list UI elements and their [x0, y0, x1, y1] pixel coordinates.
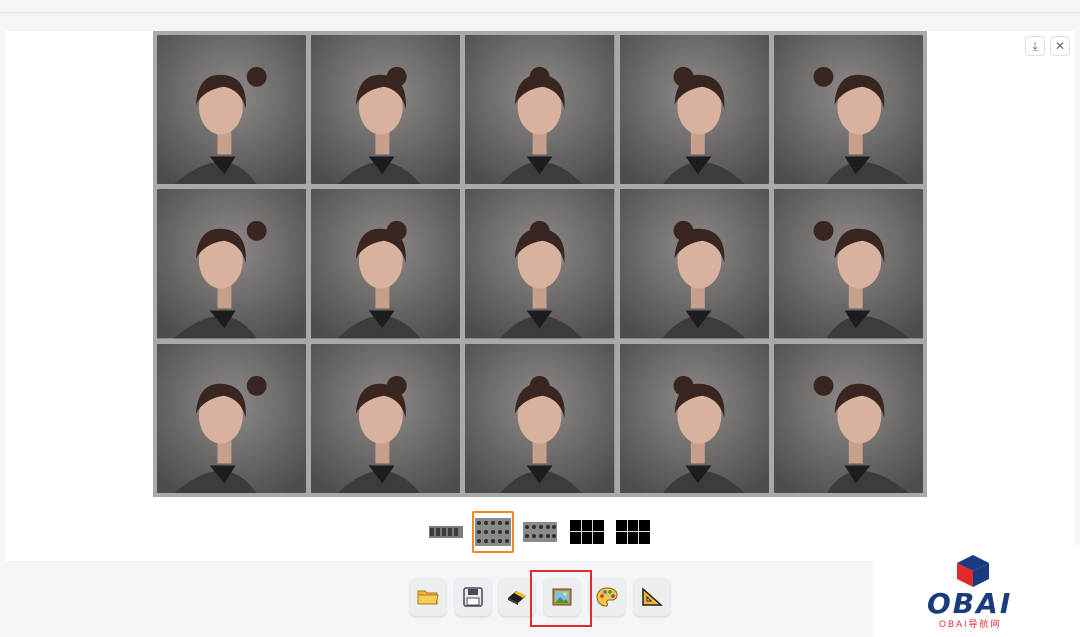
palette-button[interactable]	[589, 578, 625, 616]
portrait-cell	[157, 189, 307, 339]
portrait-cell	[773, 343, 923, 493]
cube-logo-icon	[957, 555, 989, 587]
image-viewer[interactable]	[153, 31, 927, 497]
close-icon: ✕	[1054, 39, 1066, 53]
portrait-cell	[619, 343, 769, 493]
portrait-cell	[465, 189, 615, 339]
portrait-cell	[465, 343, 615, 493]
thumb-grid-small[interactable]	[522, 514, 558, 550]
download-icon: ⤓	[1032, 38, 1038, 53]
ruler-button[interactable]	[634, 578, 670, 616]
portrait-cell	[619, 189, 769, 339]
thumb-black-grid[interactable]	[615, 514, 651, 550]
close-button[interactable]: ✕	[1050, 36, 1070, 56]
folder-open-icon	[417, 590, 439, 605]
download-button[interactable]: ⤓	[1025, 36, 1045, 56]
open-folder-button[interactable]	[410, 578, 446, 616]
portrait-cell	[465, 35, 615, 185]
thumb-grid-3x5[interactable]	[472, 511, 514, 553]
portrait-grid	[153, 31, 927, 497]
portrait-cell	[157, 35, 307, 185]
portrait-cell	[311, 343, 461, 493]
thumb-black-dots[interactable]	[569, 514, 605, 550]
portrait-cell	[311, 35, 461, 185]
save-button[interactable]	[455, 578, 491, 616]
portrait-cell	[773, 35, 923, 185]
thumb-strip[interactable]	[428, 514, 464, 550]
portrait-cell	[311, 189, 461, 339]
palette-icon	[596, 587, 618, 607]
top-divider	[0, 12, 1080, 13]
floppy-disk-icon	[463, 587, 483, 607]
eraser-icon	[508, 591, 526, 605]
highlight-box	[530, 570, 592, 627]
brand-logo: OBAI OBAI导航网	[873, 545, 1080, 637]
portrait-cell	[157, 343, 307, 493]
logo-subtitle: OBAI导航网	[939, 619, 1002, 629]
triangle-ruler-icon	[642, 587, 663, 606]
portrait-cell	[619, 35, 769, 185]
portrait-cell	[773, 189, 923, 339]
logo-text: OBAI	[927, 587, 1013, 620]
